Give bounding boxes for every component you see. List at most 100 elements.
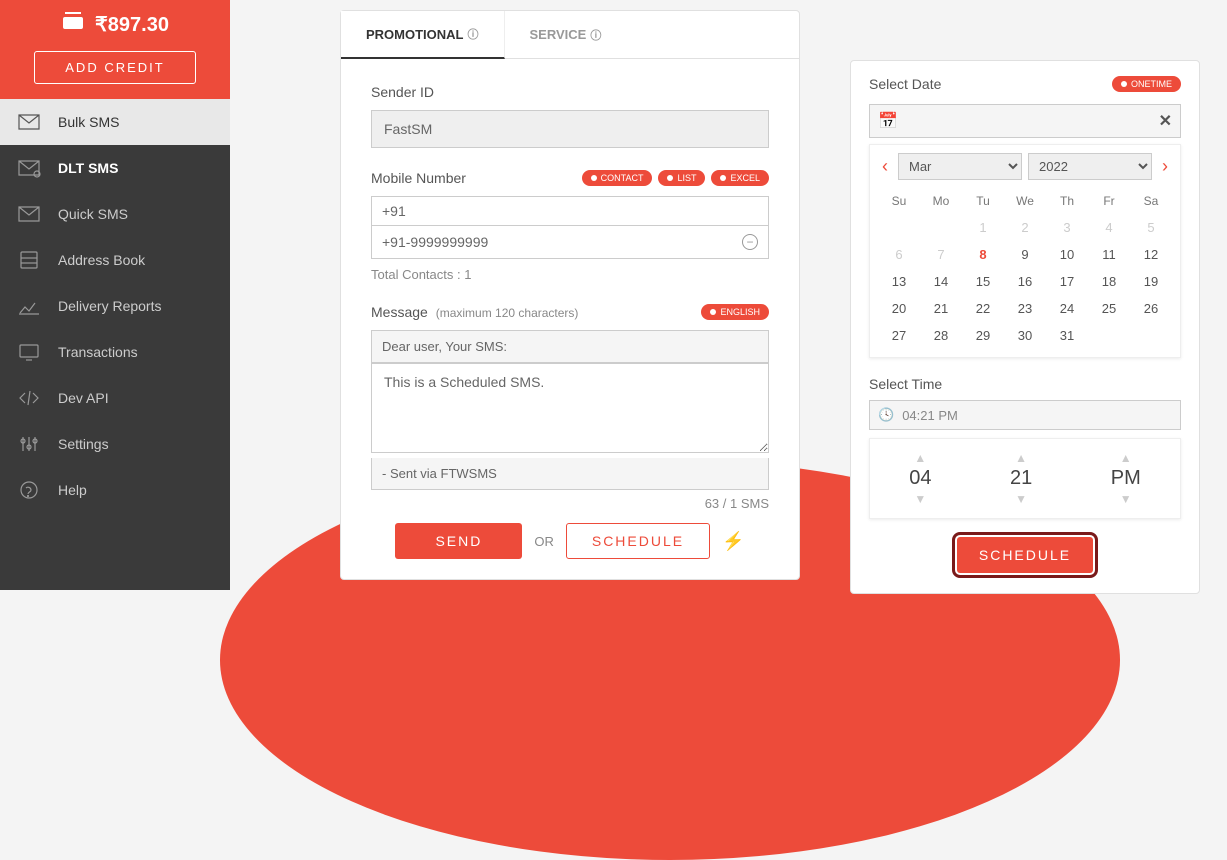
calendar-day[interactable]: 25 — [1088, 295, 1130, 322]
nav-quick-sms[interactable]: Quick SMS — [0, 191, 230, 237]
calendar-day[interactable]: 1 — [962, 214, 1004, 241]
nav-bulk-sms[interactable]: Bulk SMS — [0, 99, 230, 145]
info-icon: ⓘ — [590, 27, 601, 43]
nav-transactions[interactable]: Transactions — [0, 329, 230, 375]
clear-date-icon[interactable]: ✕ — [1159, 111, 1172, 131]
calendar-day[interactable]: 29 — [962, 322, 1004, 349]
nav-label: Address Book — [58, 252, 145, 268]
next-month-icon[interactable]: › — [1158, 156, 1172, 177]
book-icon — [15, 250, 43, 270]
ampm-down-icon[interactable]: ▼ — [1120, 492, 1132, 506]
tab-label: PROMOTIONAL — [366, 27, 464, 42]
calendar-day[interactable]: 8 — [962, 241, 1004, 268]
calendar-day[interactable]: 7 — [920, 241, 962, 268]
nav-label: Dev API — [58, 390, 109, 406]
sender-id-label: Sender ID — [371, 84, 434, 100]
list-pill[interactable]: LIST — [658, 170, 705, 186]
calendar-day[interactable]: 4 — [1088, 214, 1130, 241]
calendar-dow: Th — [1046, 188, 1088, 214]
calendar-day[interactable]: 16 — [1004, 268, 1046, 295]
calendar-day[interactable]: 17 — [1046, 268, 1088, 295]
date-input[interactable]: 📅 ✕ — [869, 104, 1181, 138]
english-pill[interactable]: ENGLISH — [701, 304, 769, 320]
template-prefix: Dear user, Your SMS: — [371, 330, 769, 363]
hour-up-icon[interactable]: ▲ — [914, 451, 926, 465]
minute-up-icon[interactable]: ▲ — [1015, 451, 1027, 465]
nav-label: Quick SMS — [58, 206, 128, 222]
calendar-day[interactable]: 12 — [1130, 241, 1172, 268]
calendar-day[interactable]: 14 — [920, 268, 962, 295]
excel-pill[interactable]: EXCEL — [711, 170, 769, 186]
message-textarea[interactable] — [371, 363, 769, 453]
char-counter: 63 / 1 SMS — [371, 496, 769, 511]
prev-month-icon[interactable]: ‹ — [878, 156, 892, 177]
nav-dev-api[interactable]: Dev API — [0, 375, 230, 421]
total-contacts: Total Contacts : 1 — [371, 267, 769, 282]
calendar-day[interactable]: 3 — [1046, 214, 1088, 241]
sidebar-header: ₹897.30 ADD CREDIT — [0, 0, 230, 99]
sender-id-input[interactable] — [371, 110, 769, 148]
contact-pill[interactable]: CONTACT — [582, 170, 653, 186]
tab-promotional[interactable]: PROMOTIONAL ⓘ — [341, 11, 505, 59]
calendar-day[interactable]: 19 — [1130, 268, 1172, 295]
schedule-panel: Select Date ONETIME 📅 ✕ ‹ Mar 2022 › SuM… — [850, 60, 1200, 594]
calendar-day[interactable]: 13 — [878, 268, 920, 295]
hour-down-icon[interactable]: ▼ — [914, 492, 926, 506]
calendar-day[interactable]: 2 — [1004, 214, 1046, 241]
calendar-day[interactable]: 18 — [1088, 268, 1130, 295]
remove-contact-icon[interactable]: − — [742, 234, 758, 250]
info-icon: ⓘ — [468, 26, 479, 42]
code-icon — [15, 388, 43, 408]
add-credit-button[interactable]: ADD CREDIT — [34, 51, 195, 84]
calendar-dow: We — [1004, 188, 1046, 214]
calendar-day[interactable]: 24 — [1046, 295, 1088, 322]
calendar-day[interactable]: 10 — [1046, 241, 1088, 268]
calendar-day[interactable]: 28 — [920, 322, 962, 349]
nav-address-book[interactable]: Address Book — [0, 237, 230, 283]
calendar-day[interactable]: 27 — [878, 322, 920, 349]
schedule-button[interactable]: SCHEDULE — [566, 523, 710, 559]
nav-settings[interactable]: Settings — [0, 421, 230, 467]
calendar-day[interactable]: 31 — [1046, 322, 1088, 349]
calendar-day[interactable]: 22 — [962, 295, 1004, 322]
mobile-prefix: +91 — [371, 196, 769, 225]
tab-service[interactable]: SERVICEⓘ — [505, 11, 627, 58]
bolt-icon[interactable]: ⚡ — [722, 531, 744, 552]
nav-delivery-reports[interactable]: Delivery Reports — [0, 283, 230, 329]
nav-dlt-sms[interactable]: DLT SMS — [0, 145, 230, 191]
select-time-title: Select Time — [869, 376, 1181, 392]
time-display[interactable]: 🕓 04:21 PM — [869, 400, 1181, 430]
nav-label: Help — [58, 482, 87, 498]
ampm-up-icon[interactable]: ▲ — [1120, 451, 1132, 465]
calendar-day[interactable]: 30 — [1004, 322, 1046, 349]
nav-help[interactable]: Help — [0, 467, 230, 513]
confirm-schedule-button[interactable]: SCHEDULE — [957, 537, 1093, 573]
calendar-day — [1130, 322, 1172, 349]
time-value: 04:21 PM — [902, 408, 958, 423]
envelope-plus-icon — [15, 158, 43, 178]
calendar-day[interactable]: 26 — [1130, 295, 1172, 322]
minute-down-icon[interactable]: ▼ — [1015, 492, 1027, 506]
calendar-day[interactable]: 11 — [1088, 241, 1130, 268]
calendar-day[interactable]: 5 — [1130, 214, 1172, 241]
calendar-day — [878, 214, 920, 241]
calendar-day[interactable]: 23 — [1004, 295, 1046, 322]
sidebar: ₹897.30 ADD CREDIT Bulk SMS DLT SMS Quic… — [0, 0, 230, 590]
year-select[interactable]: 2022 — [1028, 153, 1152, 180]
contact-number: +91-9999999999 — [382, 234, 488, 250]
send-button[interactable]: SEND — [395, 523, 522, 559]
calendar-day[interactable]: 9 — [1004, 241, 1046, 268]
calendar-day[interactable]: 15 — [962, 268, 1004, 295]
calendar-dow: Fr — [1088, 188, 1130, 214]
template-suffix: - Sent via FTWSMS — [371, 458, 769, 490]
onetime-pill[interactable]: ONETIME — [1112, 76, 1181, 92]
nav-label: Bulk SMS — [58, 114, 119, 130]
time-picker: ▲04▼ ▲21▼ ▲PM▼ — [869, 438, 1181, 519]
wallet-icon — [61, 10, 85, 39]
nav-label: Settings — [58, 436, 109, 452]
calendar-day[interactable]: 6 — [878, 241, 920, 268]
calendar-day[interactable]: 21 — [920, 295, 962, 322]
help-icon — [15, 480, 43, 500]
month-select[interactable]: Mar — [898, 153, 1022, 180]
calendar-day[interactable]: 20 — [878, 295, 920, 322]
